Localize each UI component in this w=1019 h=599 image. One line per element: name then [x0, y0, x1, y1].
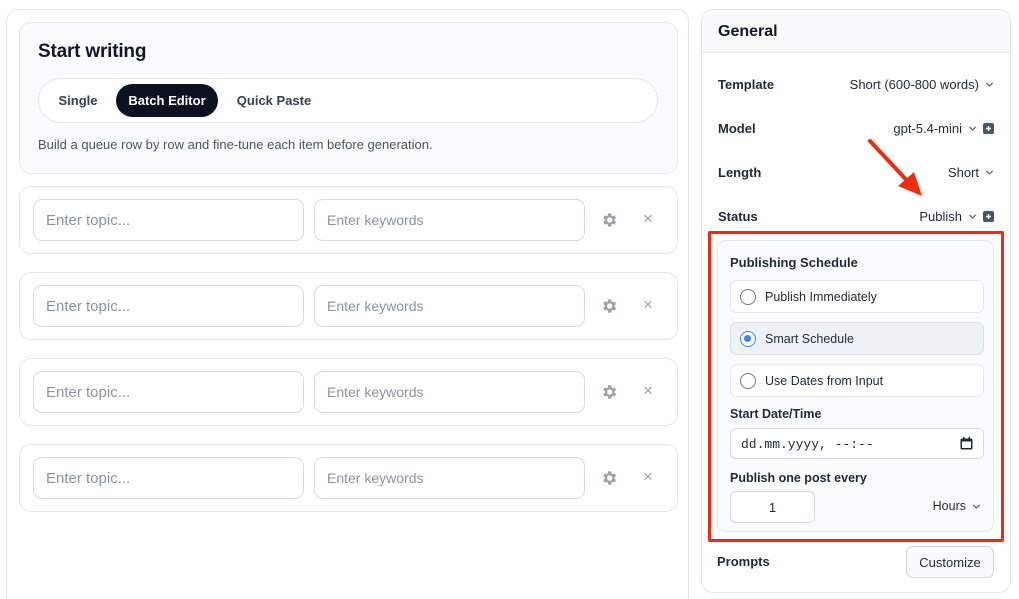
status-select[interactable]: Publish	[919, 209, 994, 224]
customize-button[interactable]: Customize	[906, 546, 994, 578]
radio-label: Use Dates from Input	[765, 374, 884, 388]
start-datetime-value: dd.mm.yyyy, --:--	[741, 437, 874, 452]
gear-icon[interactable]	[600, 297, 618, 315]
calendar-icon[interactable]	[960, 437, 973, 450]
template-value: Short (600-800 words)	[849, 77, 979, 92]
interval-input[interactable]	[730, 491, 815, 523]
general-header: General	[702, 10, 1010, 53]
length-label: Length	[718, 165, 762, 180]
option-use-dates-from-input[interactable]: Use Dates from Input	[730, 364, 984, 397]
remove-row-button[interactable]: ×	[638, 208, 658, 230]
tab-single[interactable]: Single	[48, 84, 108, 117]
chevron-down-icon	[985, 170, 994, 175]
remove-row-button[interactable]: ×	[638, 380, 658, 402]
queue-row: ×	[19, 444, 678, 512]
gear-icon[interactable]	[600, 211, 618, 229]
keywords-input[interactable]	[314, 285, 585, 327]
gear-icon[interactable]	[600, 383, 618, 401]
tab-quick-paste[interactable]: Quick Paste	[226, 84, 322, 117]
radio-button[interactable]	[740, 289, 756, 305]
remove-row-button[interactable]: ×	[638, 294, 658, 316]
option-publish-immediately[interactable]: Publish Immediately	[730, 280, 984, 313]
page-title: Start writing	[38, 41, 147, 62]
interval-unit-value: Hours	[932, 499, 966, 513]
keywords-input[interactable]	[314, 371, 585, 413]
tab-batch-editor[interactable]: Batch Editor	[116, 84, 218, 117]
queue-row: ×	[19, 186, 678, 254]
radio-label: Publish Immediately	[765, 290, 877, 304]
info-icon[interactable]	[983, 211, 994, 222]
mode-description: Build a queue row by row and fine-tune e…	[38, 137, 433, 152]
template-select[interactable]: Short (600-800 words)	[850, 77, 994, 92]
option-smart-schedule[interactable]: Smart Schedule	[730, 322, 984, 355]
model-value: gpt-5.4-mini	[893, 121, 962, 136]
interval-label: Publish one post every	[730, 471, 867, 485]
interval-unit-select[interactable]: Hours	[933, 499, 981, 513]
general-title: General	[718, 23, 778, 40]
chevron-down-icon	[968, 214, 977, 219]
length-select[interactable]: Short	[948, 165, 994, 180]
chevron-down-icon	[968, 126, 977, 131]
schedule-title: Publishing Schedule	[730, 255, 858, 270]
status-label: Status	[718, 209, 758, 224]
mode-tabs: Single Batch Editor Quick Paste	[38, 78, 658, 123]
model-label: Model	[718, 121, 756, 136]
status-value: Publish	[919, 209, 962, 224]
info-icon[interactable]	[983, 123, 994, 134]
queue-row: ×	[19, 358, 678, 426]
keywords-input[interactable]	[314, 199, 585, 241]
radio-button[interactable]	[740, 373, 756, 389]
editor-panel: Start writing Single Batch Editor Quick …	[6, 9, 689, 599]
start-writing-card: Start writing Single Batch Editor Quick …	[19, 22, 678, 174]
prompts-label: Prompts	[717, 554, 770, 569]
chevron-down-icon	[972, 503, 981, 509]
radio-label: Smart Schedule	[765, 332, 854, 346]
radio-button[interactable]	[740, 331, 756, 347]
queue-row: ×	[19, 272, 678, 340]
topic-input[interactable]	[33, 285, 304, 327]
gear-icon[interactable]	[600, 469, 618, 487]
topic-input[interactable]	[33, 457, 304, 499]
topic-input[interactable]	[33, 199, 304, 241]
model-select[interactable]: gpt-5.4-mini	[893, 121, 994, 136]
keywords-input[interactable]	[314, 457, 585, 499]
length-value: Short	[947, 165, 979, 180]
template-label: Template	[718, 77, 775, 92]
chevron-down-icon	[985, 82, 994, 87]
remove-row-button[interactable]: ×	[638, 466, 658, 488]
start-date-label: Start Date/Time	[730, 407, 822, 421]
start-datetime-input[interactable]: dd.mm.yyyy, --:--	[730, 428, 984, 459]
annotation-arrow-icon	[868, 139, 922, 196]
topic-input[interactable]	[33, 371, 304, 413]
publishing-schedule-card: Publishing Schedule Publish Immediately …	[717, 240, 994, 532]
